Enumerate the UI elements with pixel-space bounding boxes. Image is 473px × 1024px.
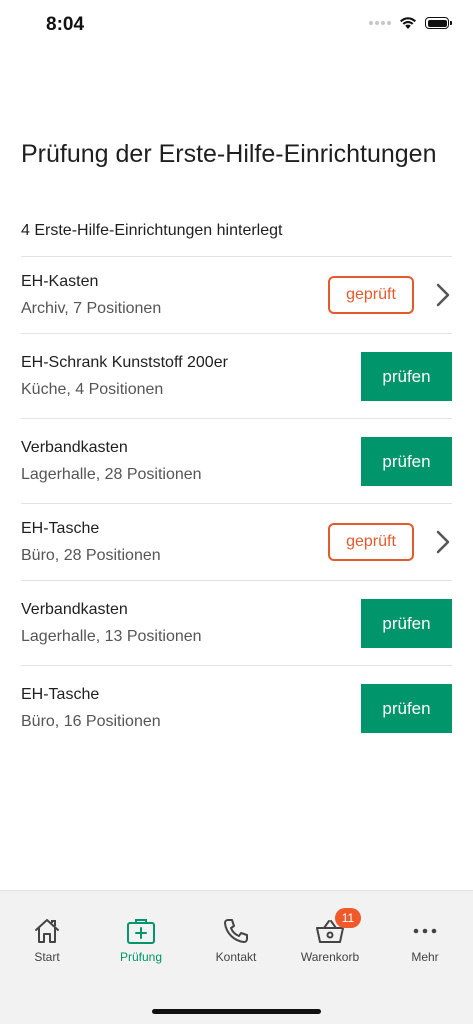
item-title: EH-Kasten	[21, 273, 99, 290]
list-item[interactable]: EH-Tasche Büro, 28 Positionen geprüft	[21, 503, 452, 580]
item-subtitle: Büro, 16 Positionen	[21, 713, 161, 730]
tab-warenkorb[interactable]: 11 Warenkorb	[283, 891, 377, 981]
list-item: Verbandkasten Lagerhalle, 13 Positionen …	[21, 580, 452, 665]
check-button[interactable]: prüfen	[361, 684, 452, 733]
item-title: EH-Tasche	[21, 520, 100, 537]
check-button[interactable]: prüfen	[361, 437, 452, 486]
item-title: Verbandkasten	[21, 439, 128, 456]
more-dots-icon	[413, 928, 437, 934]
item-subtitle: Büro, 28 Positionen	[21, 547, 161, 564]
item-title: EH-Schrank Kunststoff 200er	[21, 354, 228, 371]
battery-icon	[425, 17, 452, 29]
wifi-icon	[400, 17, 416, 29]
phone-icon	[224, 919, 248, 943]
list-item[interactable]: EH-Kasten Archiv, 7 Positionen geprüft	[21, 256, 452, 333]
tab-pruefung[interactable]: Prüfung	[94, 891, 188, 981]
first-aid-list: EH-Kasten Archiv, 7 Positionen geprüft E…	[21, 256, 452, 750]
item-subtitle: Archiv, 7 Positionen	[21, 300, 162, 317]
chevron-right-icon[interactable]	[434, 529, 452, 555]
checked-status-badge[interactable]: geprüft	[328, 276, 414, 314]
item-title: EH-Tasche	[21, 686, 100, 703]
tab-label: Warenkorb	[300, 950, 360, 964]
item-title: Verbandkasten	[21, 601, 128, 618]
tab-mehr[interactable]: Mehr	[378, 891, 472, 981]
bottom-tab-bar: Start Prüfung Kontakt 11 Warenkorb Mehr	[0, 890, 473, 1024]
page-title: Prüfung der Erste-Hilfe-Einrichtungen	[21, 140, 437, 168]
tab-label: Start	[34, 950, 60, 964]
checked-status-badge[interactable]: geprüft	[328, 523, 414, 561]
chevron-right-icon[interactable]	[434, 282, 452, 308]
status-bar: 8:04	[0, 0, 473, 52]
list-item: Verbandkasten Lagerhalle, 28 Positionen …	[21, 418, 452, 503]
cellular-signal-icon	[369, 21, 391, 25]
cart-count-badge: 11	[335, 908, 361, 928]
status-time: 8:04	[46, 14, 85, 35]
list-item: EH-Schrank Kunststoff 200er Küche, 4 Pos…	[21, 333, 452, 418]
home-icon	[35, 919, 59, 943]
tab-label: Prüfung	[119, 950, 163, 964]
first-aid-kit-icon	[127, 919, 155, 944]
check-button[interactable]: prüfen	[361, 352, 452, 401]
home-indicator[interactable]	[152, 1009, 321, 1014]
check-button[interactable]: prüfen	[361, 599, 452, 648]
tab-start[interactable]: Start	[0, 891, 94, 981]
item-subtitle: Lagerhalle, 28 Positionen	[21, 466, 202, 483]
status-icons	[369, 16, 452, 30]
item-count-label: 4 Erste-Hilfe-Einrichtungen hinterlegt	[21, 222, 283, 239]
tab-label: Kontakt	[215, 950, 257, 964]
list-item: EH-Tasche Büro, 16 Positionen prüfen	[21, 665, 452, 750]
tab-label: Mehr	[411, 950, 439, 964]
item-subtitle: Küche, 4 Positionen	[21, 381, 164, 398]
item-subtitle: Lagerhalle, 13 Positionen	[21, 628, 202, 645]
tab-kontakt[interactable]: Kontakt	[189, 891, 283, 981]
